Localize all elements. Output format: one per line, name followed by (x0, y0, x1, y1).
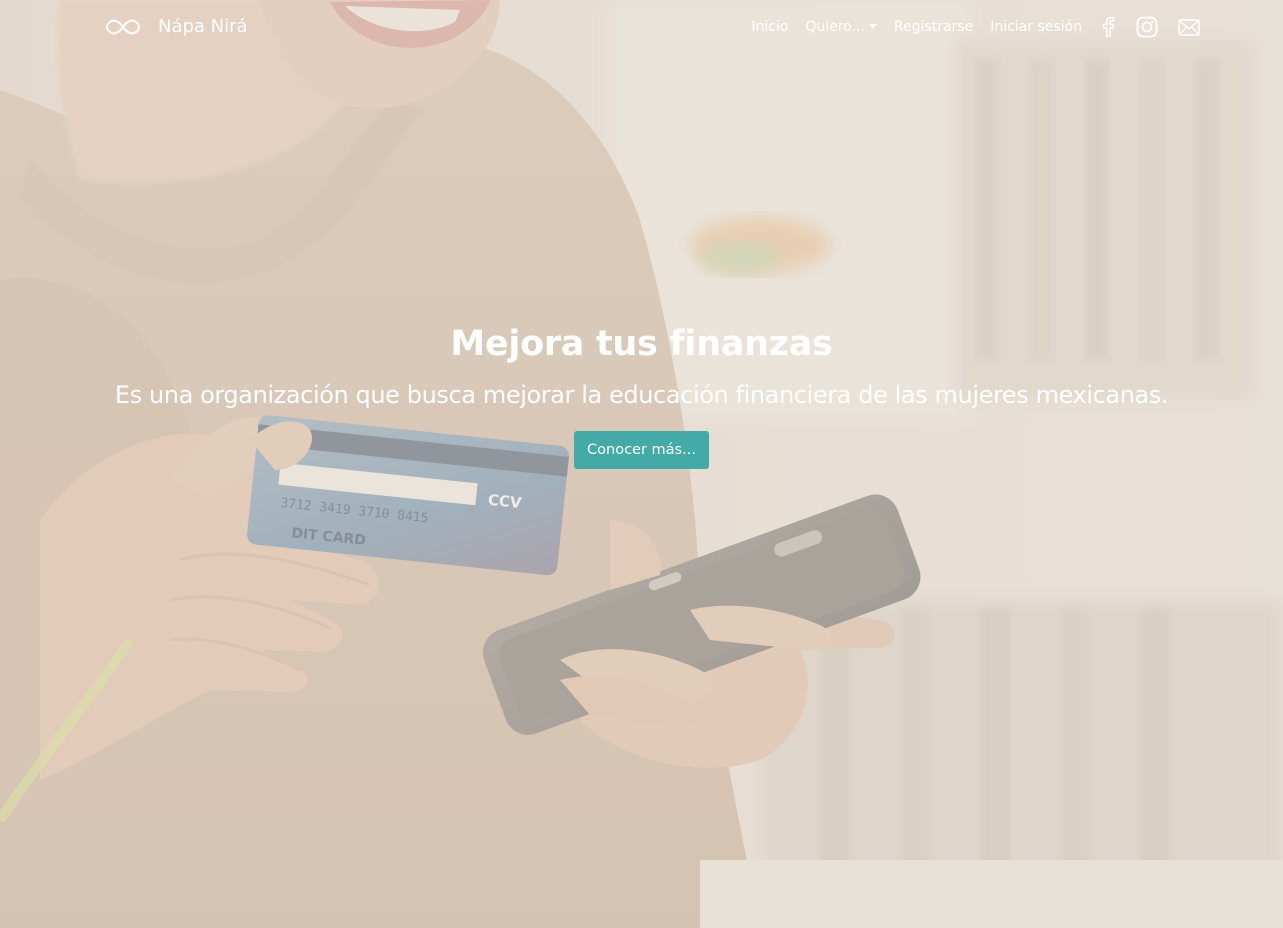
hero-section: CCV 3712 3419 3710 8415 DIT CARD Nápa Ni… (0, 0, 1283, 928)
instagram-icon[interactable] (1136, 16, 1158, 38)
caret-down-icon (868, 24, 877, 29)
nav-menu: Inicio Quiero... Registrarse Iniciar ses… (751, 15, 1200, 39)
brand-name: Nápa Nirá (158, 16, 248, 37)
brand-link[interactable]: Nápa Nirá (104, 14, 248, 40)
facebook-icon[interactable] (1101, 17, 1115, 37)
navbar: Nápa Nirá Inicio Quiero... Registrarse I… (0, 0, 1283, 56)
nav-dropdown-quiero[interactable]: Quiero... (805, 15, 877, 39)
nav-link-registrarse[interactable]: Registrarse (894, 15, 973, 39)
infinity-icon (106, 19, 140, 35)
nav-dropdown-quiero-label: Quiero... (805, 19, 865, 35)
envelope-icon[interactable] (1178, 18, 1200, 36)
hero-content: Mejora tus finanzas Es una organización … (0, 318, 1283, 469)
nav-link-iniciar-sesion[interactable]: Iniciar sesión (990, 15, 1082, 39)
learn-more-button[interactable]: Conocer más... (574, 431, 709, 469)
hero-subtitle: Es una organización que busca mejorar la… (114, 381, 1169, 409)
nav-link-inicio[interactable]: Inicio (751, 15, 788, 39)
hero-title: Mejora tus finanzas (450, 324, 833, 364)
